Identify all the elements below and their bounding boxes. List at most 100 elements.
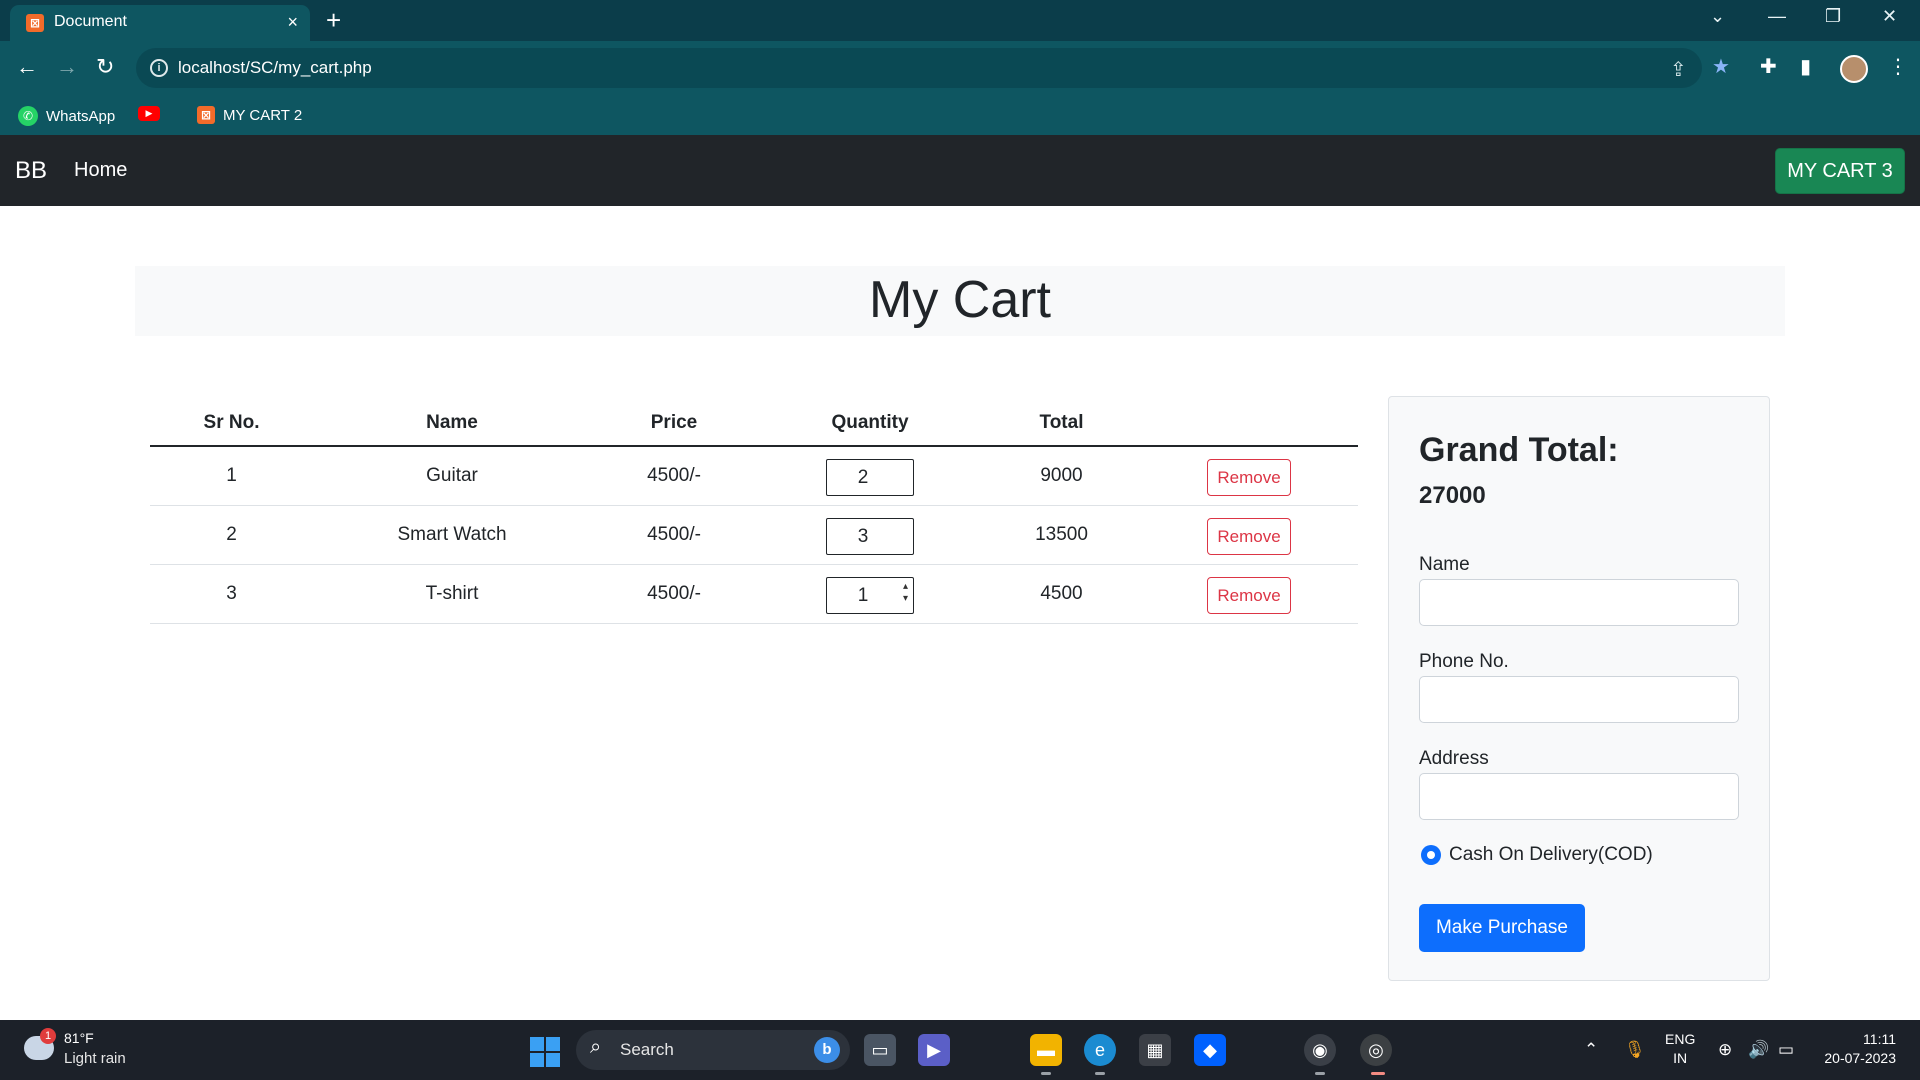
bookmark-label: WhatsApp (46, 107, 116, 125)
address-field[interactable] (1419, 773, 1739, 820)
menu-dots-icon[interactable]: ⋮ (1888, 56, 1908, 78)
cell-price: 4500/- (591, 505, 757, 565)
back-arrow-icon[interactable]: ← (16, 55, 38, 79)
extensions-puzzle-icon[interactable]: ✚ (1760, 56, 1777, 78)
bing-icon[interactable]: b (814, 1037, 840, 1063)
new-tab-icon[interactable]: + (326, 6, 341, 34)
microsoft-store-icon[interactable]: ▦ (1139, 1034, 1171, 1066)
cod-radio[interactable] (1421, 845, 1441, 865)
page-title: My Cart (869, 271, 1051, 329)
bookmark-whatsapp[interactable]: ✆ WhatsApp (18, 106, 115, 126)
minimize-icon[interactable]: — (1768, 6, 1786, 27)
cell-total: 13500 (983, 505, 1140, 565)
lang-line1: ENG (1665, 1031, 1696, 1047)
cell-quantity: ▴▾ (757, 564, 983, 624)
phone-label: Phone No. (1419, 651, 1509, 672)
browser-tab[interactable]: ⊠ Document × (10, 5, 310, 41)
cell-price: 4500/- (591, 564, 757, 624)
table-header-row: Sr No. Name Price Quantity Total (150, 401, 1358, 447)
language-indicator[interactable]: ENG IN (1665, 1030, 1695, 1068)
bookmark-youtube[interactable]: ▶ (138, 106, 160, 121)
make-purchase-button[interactable]: Make Purchase (1419, 904, 1585, 952)
column-header-sr: Sr No. (150, 401, 313, 447)
obs-icon[interactable]: ◉ (1304, 1034, 1336, 1066)
cell-action: Remove (1140, 505, 1358, 565)
cell-name: T-shirt (313, 564, 591, 624)
system-clock[interactable]: 11:11 20-07-2023 (1816, 1030, 1896, 1068)
teams-chat-icon[interactable]: ▶ (918, 1034, 950, 1066)
bookmark-star-icon[interactable]: ★ (1712, 56, 1730, 78)
windows-start-icon[interactable] (530, 1037, 560, 1067)
my-cart-button[interactable]: MY CART 3 (1775, 148, 1905, 194)
site-info-icon[interactable]: i (150, 59, 168, 77)
share-icon[interactable]: ⇪ (1670, 57, 1687, 82)
grand-total-value: 27000 (1419, 482, 1486, 509)
battery-icon[interactable]: ▭ (1778, 1040, 1794, 1060)
url-text[interactable]: localhost/SC/my_cart.php (178, 58, 372, 78)
column-header-price: Price (591, 401, 757, 447)
name-field[interactable] (1419, 579, 1739, 626)
chrome-icon[interactable]: ◎ (1360, 1034, 1392, 1066)
remove-button[interactable]: Remove (1207, 577, 1291, 614)
forward-arrow-icon[interactable]: → (56, 55, 78, 79)
microphone-icon[interactable]: 🎙 (1624, 1040, 1646, 1060)
browser-tab-strip: ⊠ Document × + ⌄ — ❐ ✕ (0, 0, 1920, 41)
cell-action: Remove (1140, 564, 1358, 624)
search-label: Search (620, 1040, 674, 1059)
cell-name: Smart Watch (313, 505, 591, 565)
network-globe-icon[interactable]: ⊕ (1718, 1040, 1732, 1060)
bookmark-my-cart-2[interactable]: ⊠ MY CART 2 (197, 106, 302, 124)
remove-button[interactable]: Remove (1207, 459, 1291, 497)
xampp-icon: ⊠ (197, 106, 215, 124)
tray-overflow-chevron-icon[interactable]: ⌃ (1584, 1040, 1598, 1060)
task-view-icon[interactable]: ▭ (864, 1034, 896, 1066)
reload-icon[interactable]: ↻ (96, 55, 114, 79)
running-indicator (1041, 1072, 1051, 1075)
cod-label[interactable]: Cash On Delivery(COD) (1449, 844, 1653, 866)
running-indicator (1315, 1072, 1325, 1075)
quantity-input[interactable] (826, 518, 914, 555)
cell-sr: 1 (150, 446, 313, 506)
name-label: Name (1419, 554, 1470, 575)
side-panel-icon[interactable]: ▮ (1800, 56, 1811, 78)
file-explorer-icon[interactable]: ▬ (1030, 1034, 1062, 1066)
tab-search-chevron-icon[interactable]: ⌄ (1710, 6, 1725, 27)
grand-total-label: Grand Total: (1419, 431, 1619, 469)
dropbox-icon[interactable]: ◆ (1194, 1034, 1226, 1066)
spinner-arrows-icon[interactable]: ▴ ▾ (903, 581, 908, 605)
table-row: 1 Guitar 4500/- 9000 Remove (150, 446, 1358, 506)
site-navbar: BB Home MY CART 3 (0, 135, 1920, 206)
clock-date: 20-07-2023 (1824, 1050, 1896, 1066)
page-heading-box: My Cart (135, 266, 1785, 336)
profile-avatar[interactable] (1840, 55, 1868, 83)
cell-action: Remove (1140, 446, 1358, 506)
running-indicator (1095, 1072, 1105, 1075)
column-header-name: Name (313, 401, 591, 447)
navbar-brand[interactable]: BB (15, 157, 47, 185)
close-window-icon[interactable]: ✕ (1882, 6, 1897, 27)
remove-button[interactable]: Remove (1207, 518, 1291, 555)
clock-time: 11:11 (1863, 1031, 1896, 1047)
quantity-stepper[interactable]: ▴▾ (826, 575, 914, 614)
cell-total: 9000 (983, 446, 1140, 506)
cell-quantity (757, 505, 983, 565)
nav-home-link[interactable]: Home (74, 159, 127, 182)
column-header-total: Total (983, 401, 1140, 447)
weather-temperature[interactable]: 81°F (64, 1030, 94, 1046)
xampp-favicon-icon: ⊠ (26, 14, 44, 32)
tab-close-icon[interactable]: × (287, 12, 298, 33)
phone-field[interactable] (1419, 676, 1739, 723)
edge-icon[interactable]: e (1084, 1034, 1116, 1066)
bookmarks-bar: ✆ WhatsApp ▶ ⊠ MY CART 2 (0, 97, 1920, 135)
weather-description[interactable]: Light rain (64, 1050, 126, 1067)
quantity-input[interactable] (826, 577, 914, 614)
youtube-icon: ▶ (138, 106, 160, 121)
quantity-input[interactable] (826, 459, 914, 497)
address-bar[interactable]: i localhost/SC/my_cart.php ⇪ (136, 48, 1702, 88)
search-icon: ⌕ (590, 1036, 602, 1058)
taskbar-search[interactable]: ⌕ Search b (576, 1030, 850, 1070)
restore-icon[interactable]: ❐ (1825, 6, 1841, 27)
volume-icon[interactable]: 🔊 (1748, 1040, 1769, 1060)
cart-table: Sr No. Name Price Quantity Total 1 Guita… (150, 401, 1358, 624)
taskbar: 1 81°F Light rain ⌕ Search b ▭ ▶ ▬ e ▦ ◆… (0, 1020, 1920, 1080)
